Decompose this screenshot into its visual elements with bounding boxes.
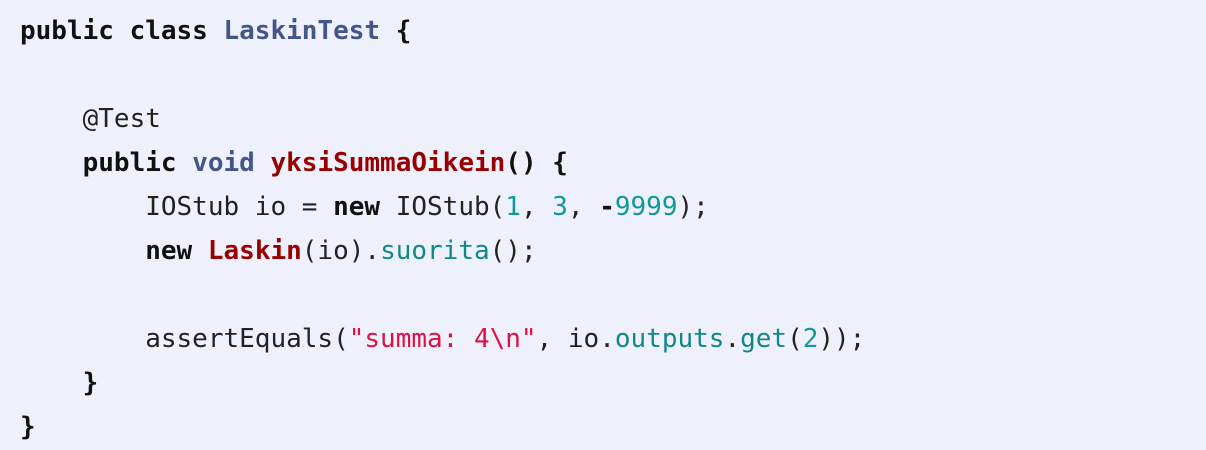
code-token: IOStub( xyxy=(380,192,506,222)
code-token: 2 xyxy=(802,324,819,354)
code-line: new Laskin(io).suorita(); xyxy=(20,229,1206,273)
code-token: , xyxy=(567,192,600,222)
code-token: new xyxy=(145,236,193,266)
code-line: IOStub io = new IOStub(1, 3, -9999); xyxy=(20,185,1206,229)
code-token: IOStub io = xyxy=(20,192,334,222)
code-token: ( xyxy=(787,324,803,354)
code-line: } xyxy=(20,405,1206,449)
code-token: public class xyxy=(20,16,224,46)
code-token: LaskinTest xyxy=(223,16,381,46)
code-token: } xyxy=(20,368,99,398)
code-token: 3 xyxy=(552,192,568,222)
code-token: } xyxy=(20,412,36,442)
code-line: @Test xyxy=(20,97,1206,141)
code-token: suorita xyxy=(380,236,490,266)
code-token: . xyxy=(724,324,741,354)
code-token: ); xyxy=(677,192,709,222)
code-line: } xyxy=(20,361,1206,405)
code-token: { xyxy=(380,16,412,46)
code-token: new xyxy=(333,192,381,222)
code-token: get xyxy=(740,324,788,354)
code-token: @Test xyxy=(20,104,161,134)
code-token: public xyxy=(82,148,177,178)
code-token: outputs xyxy=(614,324,725,354)
code-token: yksiSummaOikein xyxy=(270,148,506,178)
code-token: assertEquals( xyxy=(20,324,349,354)
code-block: public class LaskinTest { @Test public v… xyxy=(0,0,1206,450)
code-line: assertEquals("summa: 4\n", io.outputs.ge… xyxy=(20,317,1206,361)
code-token: Laskin xyxy=(207,236,302,266)
code-token: , io. xyxy=(536,324,615,354)
code-token: "summa: 4\n" xyxy=(348,324,537,354)
code-token: , xyxy=(520,192,553,222)
code-token: )); xyxy=(818,324,866,354)
code-token: (io). xyxy=(301,236,381,266)
code-token: 1 xyxy=(505,192,521,222)
code-token: 9999 xyxy=(614,192,678,222)
code-token: - xyxy=(599,192,615,222)
code-token: () { xyxy=(505,148,568,178)
code-token: (); xyxy=(489,236,537,266)
code-line: public void yksiSummaOikein() { xyxy=(20,141,1206,185)
code-token: void xyxy=(192,148,255,178)
code-line: public class LaskinTest { xyxy=(20,9,1206,53)
